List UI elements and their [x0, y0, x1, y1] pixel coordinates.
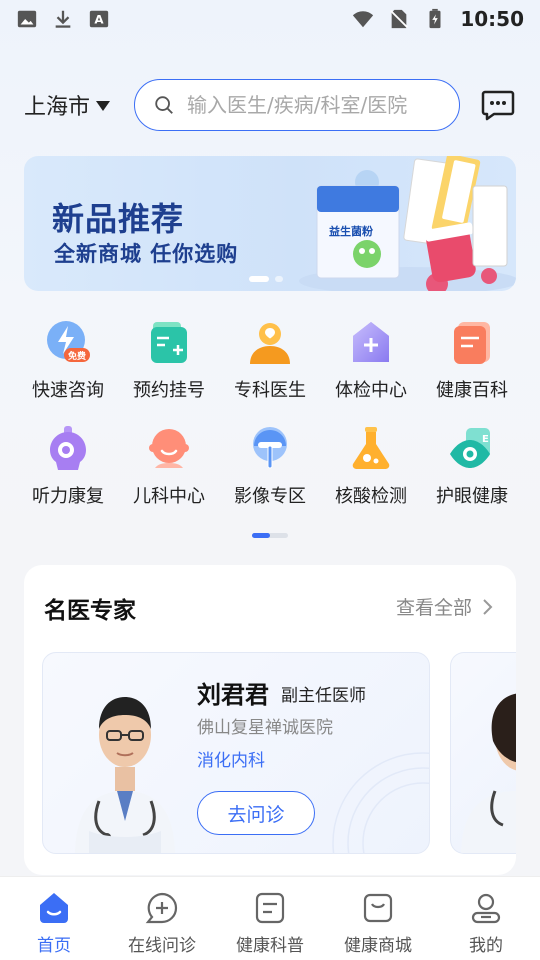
free-badge: 免费	[68, 350, 86, 362]
service-label: 护眼健康	[436, 486, 508, 507]
service-item-nucleic-test[interactable]: 核酸检测	[321, 424, 421, 508]
consult-icon	[145, 892, 178, 924]
tab-home[interactable]: 首页	[0, 877, 108, 960]
service-pager-indicator	[252, 533, 270, 538]
profile-icon	[471, 893, 501, 924]
service-label: 预约挂号	[133, 380, 205, 401]
view-all-label: 查看全部	[395, 597, 472, 619]
promo-banner[interactable]: 新品推荐 全新商城 任你选购 益生菌粉	[24, 156, 516, 291]
status-time: 10:50	[460, 7, 524, 31]
tab-label: 我的	[469, 936, 503, 956]
banner-dot-active	[249, 276, 269, 282]
tab-health-articles[interactable]: 健康科普	[216, 877, 324, 960]
section-title: 名医专家	[44, 598, 136, 624]
service-item-encyclopedia[interactable]: 健康百科	[422, 318, 522, 402]
doctor-avatar	[461, 693, 516, 853]
register-icon	[151, 322, 187, 363]
service-item-hearing[interactable]: 听力康复	[18, 424, 118, 508]
service-label: 体检中心	[335, 380, 407, 401]
service-label: 听力康复	[32, 486, 104, 507]
service-row-1: 免费 快速咨询 预约挂号 专科医生 体检中心 健康百科	[18, 318, 522, 402]
doctor-avatar	[75, 697, 175, 853]
doctor-title: 副主任医师	[281, 686, 366, 706]
service-label: 专科医生	[234, 380, 306, 401]
no-sim-icon	[390, 9, 409, 29]
search-input[interactable]	[187, 93, 437, 117]
tab-health-shop[interactable]: 健康商城	[324, 877, 432, 960]
doctor-name: 刘君君	[197, 681, 269, 709]
image-icon	[17, 10, 37, 28]
banner-dot	[275, 276, 283, 282]
consult-button[interactable]: 去问诊	[197, 791, 315, 835]
banner-title: 新品推荐	[52, 200, 185, 238]
doctor-card-peek[interactable]	[450, 652, 516, 854]
svg-text:A: A	[94, 13, 104, 27]
service-grid: 免费 快速咨询 预约挂号 专科医生 体检中心 健康百科 听力康复 儿科中心 影像…	[18, 318, 522, 530]
imaging-icon	[253, 427, 287, 469]
doctor-icon	[250, 323, 290, 364]
expert-section: 名医专家 查看全部 刘君君 副主任医师 佛山复星禅诚医院 消化内科 去问诊	[24, 565, 516, 875]
product-label: 益生菌粉	[329, 224, 373, 238]
banner-subtitle: 全新商城 任你选购	[54, 242, 239, 266]
tab-label: 健康科普	[236, 936, 304, 956]
font-icon: A	[89, 10, 109, 28]
service-item-specialist[interactable]: 专科医生	[220, 318, 320, 402]
doctor-department: 消化内科	[197, 751, 265, 771]
top-bar: 上海市	[24, 78, 516, 132]
tab-label: 在线问诊	[128, 936, 196, 956]
service-item-appointment[interactable]: 预约挂号	[119, 318, 219, 402]
svg-text:E: E	[482, 434, 489, 445]
article-icon	[255, 892, 285, 924]
service-item-pediatric[interactable]: 儿科中心	[119, 424, 219, 508]
lightning-icon: 免费	[47, 321, 90, 362]
status-bar: A 10:50	[0, 0, 540, 38]
service-label: 健康百科	[436, 380, 508, 401]
service-row-2: 听力康复 儿科中心 影像专区 核酸检测 E 护眼健康	[18, 424, 522, 508]
product-image: 益生菌粉	[299, 156, 516, 291]
pediatric-icon	[149, 429, 189, 468]
service-label: 核酸检测	[335, 486, 407, 507]
tab-label: 健康商城	[344, 936, 412, 956]
tab-profile[interactable]: 我的	[432, 877, 540, 960]
city-selector[interactable]: 上海市	[24, 89, 134, 121]
service-item-quick-consult[interactable]: 免费 快速咨询	[18, 318, 118, 402]
hearing-icon	[50, 426, 86, 470]
eye-icon: E	[450, 428, 490, 468]
banner-pager	[249, 276, 283, 282]
flask-icon	[352, 427, 390, 469]
service-item-checkup[interactable]: 体检中心	[321, 318, 421, 402]
chevron-right-icon	[483, 598, 493, 615]
service-label: 快速咨询	[32, 380, 104, 401]
search-bar[interactable]	[134, 79, 460, 131]
tab-label: 首页	[37, 936, 71, 956]
wifi-icon	[353, 11, 374, 28]
service-pager	[252, 533, 288, 538]
encyclopedia-icon	[454, 322, 490, 364]
shop-icon	[363, 893, 393, 923]
doctor-card[interactable]: 刘君君 副主任医师 佛山复星禅诚医院 消化内科 去问诊	[42, 652, 430, 854]
battery-icon	[429, 8, 441, 29]
checkup-icon	[353, 322, 389, 362]
home-icon	[40, 893, 68, 923]
service-label: 儿科中心	[133, 486, 205, 507]
message-icon[interactable]	[480, 87, 516, 123]
caret-down-icon	[96, 101, 111, 111]
city-label: 上海市	[24, 95, 91, 120]
search-icon	[155, 96, 173, 114]
doctor-hospital: 佛山复星禅诚医院	[197, 718, 333, 738]
bottom-tab-bar: 首页 在线问诊 健康科普 健康商城 我的	[0, 876, 540, 960]
download-icon	[55, 10, 71, 28]
view-all-link[interactable]: 查看全部	[396, 593, 494, 620]
service-item-imaging[interactable]: 影像专区	[220, 424, 320, 508]
service-item-eye-care[interactable]: E 护眼健康	[422, 424, 522, 508]
tab-online-consult[interactable]: 在线问诊	[108, 877, 216, 960]
service-label: 影像专区	[234, 486, 306, 507]
